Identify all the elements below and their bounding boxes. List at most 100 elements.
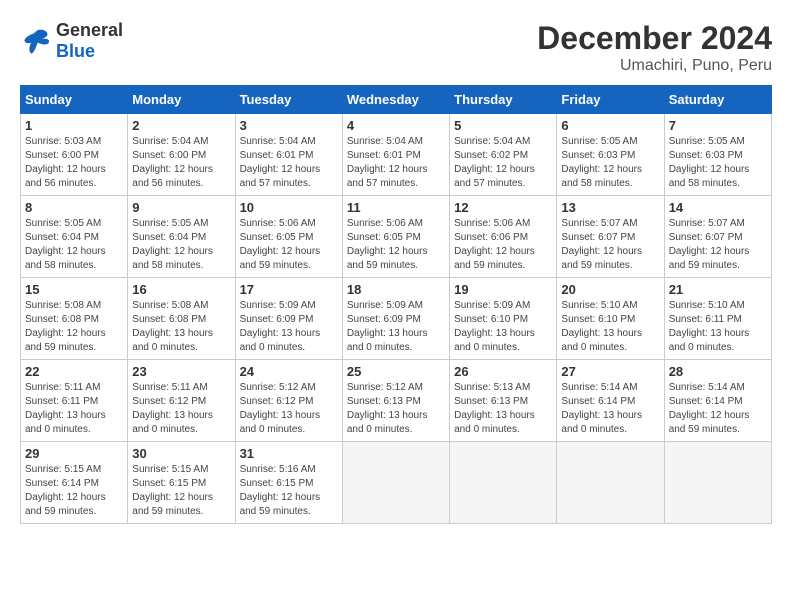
day-info: Sunrise: 5:04 AM Sunset: 6:01 PM Dayligh…	[347, 135, 445, 191]
day-number: 10	[240, 200, 338, 215]
table-row: 16Sunrise: 5:08 AM Sunset: 6:08 PM Dayli…	[128, 278, 235, 360]
table-row: 11Sunrise: 5:06 AM Sunset: 6:05 PM Dayli…	[342, 196, 449, 278]
day-info: Sunrise: 5:10 AM Sunset: 6:10 PM Dayligh…	[561, 299, 659, 355]
day-number: 8	[25, 200, 123, 215]
day-number: 4	[347, 118, 445, 133]
day-number: 19	[454, 282, 552, 297]
logo-icon	[20, 25, 52, 57]
table-row	[664, 442, 771, 524]
day-info: Sunrise: 5:15 AM Sunset: 6:14 PM Dayligh…	[25, 463, 123, 519]
day-info: Sunrise: 5:09 AM Sunset: 6:09 PM Dayligh…	[347, 299, 445, 355]
day-number: 2	[132, 118, 230, 133]
table-row: 21 Sunrise: 5:10 AM Sunset: 6:11 PM Dayli…	[664, 278, 771, 360]
header-wednesday: Wednesday	[342, 86, 449, 114]
day-info: Sunrise: 5:08 AM Sunset: 6:08 PM Dayligh…	[25, 299, 123, 355]
logo: General Blue	[20, 20, 123, 62]
day-info: Sunrise: 5:05 AM Sunset: 6:04 PM Dayligh…	[132, 217, 230, 273]
header-thursday: Thursday	[450, 86, 557, 114]
day-info: Sunrise: 5:06 AM Sunset: 6:05 PM Dayligh…	[347, 217, 445, 273]
table-row: 22 Sunrise: 5:11 AM Sunset: 6:11 PM Dayli…	[21, 360, 128, 442]
calendar-week-row: 22 Sunrise: 5:11 AM Sunset: 6:11 PM Dayli…	[21, 360, 772, 442]
table-row	[557, 442, 664, 524]
table-row: 17 Sunrise: 5:09 AM Sunset: 6:09 PM Dayli…	[235, 278, 342, 360]
day-info: Sunrise: 5:11 AM Sunset: 6:11 PM Dayligh…	[25, 381, 123, 437]
table-row: 12 Sunrise: 5:06 AM Sunset: 6:06 PM Dayli…	[450, 196, 557, 278]
logo-text: General Blue	[56, 20, 123, 62]
day-number: 31	[240, 446, 338, 461]
day-number: 27	[561, 364, 659, 379]
table-row: 29 Sunrise: 5:15 AM Sunset: 6:14 PM Dayli…	[21, 442, 128, 524]
day-number: 28	[669, 364, 767, 379]
table-row: 30 Sunrise: 5:15 AM Sunset: 6:15 PM Dayli…	[128, 442, 235, 524]
table-row: 15 Sunrise: 5:08 AM Sunset: 6:08 PM Dayli…	[21, 278, 128, 360]
day-info: Sunrise: 5:06 AM Sunset: 6:05 PM Dayligh…	[240, 217, 338, 273]
day-info: Sunrise: 5:04 AM Sunset: 6:01 PM Dayligh…	[240, 135, 338, 191]
table-row: 13 Sunrise: 5:07 AM Sunset: 6:07 PM Dayli…	[557, 196, 664, 278]
table-row: 23 Sunrise: 5:11 AM Sunset: 6:12 PM Dayli…	[128, 360, 235, 442]
day-info: Sunrise: 5:08 AM Sunset: 6:08 PM Dayligh…	[132, 299, 230, 355]
table-row: 14 Sunrise: 5:07 AM Sunset: 6:07 PM Dayli…	[664, 196, 771, 278]
header-friday: Friday	[557, 86, 664, 114]
table-row: 27Sunrise: 5:14 AM Sunset: 6:14 PM Dayli…	[557, 360, 664, 442]
day-number: 25	[347, 364, 445, 379]
table-row: 6Sunrise: 5:05 AM Sunset: 6:03 PM Daylig…	[557, 114, 664, 196]
table-row: 20 Sunrise: 5:10 AM Sunset: 6:10 PM Dayli…	[557, 278, 664, 360]
day-info: Sunrise: 5:11 AM Sunset: 6:12 PM Dayligh…	[132, 381, 230, 437]
page-header: General Blue December 2024 Umachiri, Pun…	[20, 20, 772, 75]
day-number: 15	[25, 282, 123, 297]
location: Umachiri, Puno, Peru	[537, 57, 772, 75]
day-number: 6	[561, 118, 659, 133]
calendar-week-row: 15 Sunrise: 5:08 AM Sunset: 6:08 PM Dayli…	[21, 278, 772, 360]
table-row: 8Sunrise: 5:05 AM Sunset: 6:04 PM Daylig…	[21, 196, 128, 278]
calendar-header-row: Sunday Monday Tuesday Wednesday Thursday…	[21, 86, 772, 114]
day-info: Sunrise: 5:13 AM Sunset: 6:13 PM Dayligh…	[454, 381, 552, 437]
day-info: Sunrise: 5:05 AM Sunset: 6:03 PM Dayligh…	[669, 135, 767, 191]
header-tuesday: Tuesday	[235, 86, 342, 114]
month-title: December 2024	[537, 20, 772, 57]
table-row: 18 Sunrise: 5:09 AM Sunset: 6:09 PM Dayli…	[342, 278, 449, 360]
header-sunday: Sunday	[21, 86, 128, 114]
day-info: Sunrise: 5:07 AM Sunset: 6:07 PM Dayligh…	[669, 217, 767, 273]
table-row	[450, 442, 557, 524]
day-info: Sunrise: 5:16 AM Sunset: 6:15 PM Dayligh…	[240, 463, 338, 519]
day-info: Sunrise: 5:06 AM Sunset: 6:06 PM Dayligh…	[454, 217, 552, 273]
day-info: Sunrise: 5:04 AM Sunset: 6:02 PM Dayligh…	[454, 135, 552, 191]
header-saturday: Saturday	[664, 86, 771, 114]
table-row: 1Sunrise: 5:03 AM Sunset: 6:00 PM Daylig…	[21, 114, 128, 196]
table-row: 7 Sunrise: 5:05 AM Sunset: 6:03 PM Daylig…	[664, 114, 771, 196]
table-row: 2 Sunrise: 5:04 AM Sunset: 6:00 PM Daylig…	[128, 114, 235, 196]
day-number: 21	[669, 282, 767, 297]
day-info: Sunrise: 5:07 AM Sunset: 6:07 PM Dayligh…	[561, 217, 659, 273]
day-number: 13	[561, 200, 659, 215]
day-number: 7	[669, 118, 767, 133]
calendar-week-row: 8 Sunrise: 5:05 AM Sunset: 6:04 PM Daylig…	[21, 196, 772, 278]
day-info: Sunrise: 5:04 AM Sunset: 6:00 PM Dayligh…	[132, 135, 230, 191]
day-info: Sunrise: 5:10 AM Sunset: 6:11 PM Dayligh…	[669, 299, 767, 355]
day-number: 23	[132, 364, 230, 379]
day-number: 5	[454, 118, 552, 133]
day-number: 22	[25, 364, 123, 379]
day-number: 30	[132, 446, 230, 461]
title-block: December 2024 Umachiri, Puno, Peru	[537, 20, 772, 75]
day-number: 17	[240, 282, 338, 297]
day-number: 29	[25, 446, 123, 461]
table-row: 3Sunrise: 5:04 AM Sunset: 6:01 PM Daylig…	[235, 114, 342, 196]
day-info: Sunrise: 5:12 AM Sunset: 6:13 PM Dayligh…	[347, 381, 445, 437]
day-number: 12	[454, 200, 552, 215]
day-info: Sunrise: 5:12 AM Sunset: 6:12 PM Dayligh…	[240, 381, 338, 437]
table-row: 28Sunrise: 5:14 AM Sunset: 6:14 PM Dayli…	[664, 360, 771, 442]
table-row: 19 Sunrise: 5:09 AM Sunset: 6:10 PM Dayli…	[450, 278, 557, 360]
day-number: 20	[561, 282, 659, 297]
day-info: Sunrise: 5:15 AM Sunset: 6:15 PM Dayligh…	[132, 463, 230, 519]
day-number: 18	[347, 282, 445, 297]
day-number: 24	[240, 364, 338, 379]
table-row: 5 Sunrise: 5:04 AM Sunset: 6:02 PM Daylig…	[450, 114, 557, 196]
table-row: 26 Sunrise: 5:13 AM Sunset: 6:13 PM Dayli…	[450, 360, 557, 442]
day-info: Sunrise: 5:09 AM Sunset: 6:09 PM Dayligh…	[240, 299, 338, 355]
day-number: 9	[132, 200, 230, 215]
day-info: Sunrise: 5:03 AM Sunset: 6:00 PM Dayligh…	[25, 135, 123, 191]
table-row: 4 Sunrise: 5:04 AM Sunset: 6:01 PM Daylig…	[342, 114, 449, 196]
day-number: 14	[669, 200, 767, 215]
day-info: Sunrise: 5:09 AM Sunset: 6:10 PM Dayligh…	[454, 299, 552, 355]
day-number: 26	[454, 364, 552, 379]
